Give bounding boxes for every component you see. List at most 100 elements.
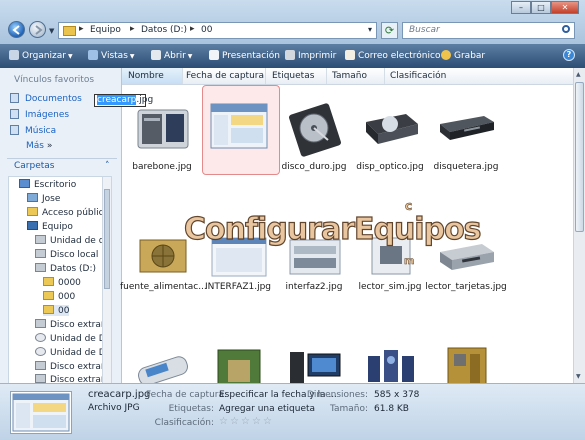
- tree-item-acceso-publico[interactable]: Acceso público: [27, 207, 109, 218]
- tree-item-00-selected[interactable]: 00: [43, 305, 70, 316]
- open-button[interactable]: Abrir ▼: [151, 50, 192, 61]
- tree-item-000[interactable]: 000: [43, 291, 75, 302]
- tree-item-unidad-dvd[interactable]: Unidad de DVD: [35, 333, 111, 344]
- scrollbar-thumb[interactable]: [104, 189, 110, 289]
- recent-pages-dropdown[interactable]: ▼: [49, 27, 54, 35]
- slideshow-button[interactable]: Presentación: [209, 50, 280, 61]
- minimize-button[interactable]: –: [511, 1, 531, 14]
- tree-item-equipo[interactable]: Equipo: [27, 221, 73, 232]
- address-field[interactable]: ▸ Equipo ▸ Datos (D:) ▸ 00 ▾: [58, 22, 377, 39]
- email-button[interactable]: Correo electrónico: [345, 50, 440, 61]
- chevron-up-icon[interactable]: ˄: [105, 161, 110, 171]
- file-item[interactable]: [202, 346, 274, 383]
- column-header-tamano[interactable]: Tamaño: [332, 71, 367, 81]
- burn-button[interactable]: Grabar: [441, 50, 485, 61]
- breadcrumb-00[interactable]: 00: [201, 25, 212, 35]
- star-icon[interactable]: ☆: [219, 417, 228, 427]
- chevron-down-icon: ▼: [68, 53, 73, 60]
- maximize-button[interactable]: □: [531, 1, 551, 14]
- column-header-etiquetas[interactable]: Etiquetas: [272, 71, 314, 81]
- tree-label: 00: [58, 306, 70, 316]
- tree-item-jose[interactable]: Jose: [27, 193, 60, 204]
- file-item[interactable]: disp_optico.jpg: [354, 88, 426, 178]
- back-button[interactable]: [8, 21, 25, 38]
- close-button[interactable]: ✕: [551, 1, 579, 14]
- content-scrollbar[interactable]: ▲ ▼: [573, 68, 585, 383]
- breadcrumb-datos[interactable]: Datos (D:): [141, 25, 187, 35]
- breadcrumb-separator[interactable]: ▸: [130, 24, 135, 34]
- folders-header[interactable]: Carpetas: [14, 161, 54, 171]
- file-item[interactable]: [430, 346, 502, 383]
- star-icon[interactable]: ☆: [252, 417, 261, 427]
- more-links[interactable]: Más »: [26, 141, 52, 151]
- tree-item-disco-extraible[interactable]: Disco extraíble: [35, 319, 111, 330]
- tree-item-unidad-disco[interactable]: Unidad de disco: [35, 235, 111, 246]
- file-item[interactable]: [278, 346, 350, 383]
- file-item[interactable]: [354, 346, 426, 383]
- breadcrumb-separator[interactable]: ▸: [79, 24, 84, 34]
- column-divider[interactable]: [326, 68, 327, 84]
- hard-drive-icon: [35, 263, 46, 272]
- hard-disk-thumbnail: [289, 103, 341, 157]
- file-name: disquetera.jpg: [433, 162, 499, 172]
- tree-label: 000: [58, 292, 76, 302]
- breadcrumb-separator[interactable]: ▸: [190, 24, 195, 34]
- file-item[interactable]: [126, 346, 198, 383]
- chevron-down-icon[interactable]: ▾: [368, 25, 372, 34]
- tree-item-disco-extraible[interactable]: Disco extraíble: [35, 361, 111, 372]
- rating-stars[interactable]: ☆ ☆ ☆ ☆ ☆: [219, 417, 274, 427]
- forward-button[interactable]: [29, 21, 46, 38]
- column-header-fecha[interactable]: Fecha de captura: [186, 71, 264, 81]
- folder-icon: [43, 277, 54, 286]
- tree-item-escritorio[interactable]: Escritorio: [19, 179, 76, 190]
- scroll-down-icon[interactable]: ▼: [576, 373, 581, 380]
- star-icon[interactable]: ☆: [230, 417, 239, 427]
- star-icon[interactable]: ☆: [241, 417, 250, 427]
- file-item[interactable]: disquetera.jpg: [430, 88, 502, 178]
- search-icon[interactable]: [562, 25, 570, 33]
- scrollbar-thumb[interactable]: [575, 82, 584, 232]
- user-folder-icon: [27, 193, 38, 202]
- email-icon: [345, 50, 355, 60]
- burn-label: Grabar: [454, 51, 486, 61]
- detail-tags-label: Etiquetas:: [168, 404, 214, 414]
- favorite-link-imagenes[interactable]: Imágenes: [10, 109, 69, 120]
- tree-item-disco-local[interactable]: Disco local (C:): [35, 249, 111, 260]
- views-button[interactable]: Vistas ▼: [88, 50, 135, 61]
- search-input[interactable]: Buscar: [402, 22, 575, 39]
- rename-extension: .jpg: [136, 95, 154, 105]
- watermark-logo: ConfigurarEquipos: [183, 211, 482, 247]
- help-icon[interactable]: ?: [563, 49, 575, 61]
- address-bar-area: – □ ✕ ▼ ▸ Equipo ▸ Datos (D:) ▸ 00 ▾ ⟳ B…: [0, 0, 585, 44]
- rename-field[interactable]: creacarp.jpg: [94, 94, 153, 107]
- column-divider[interactable]: [265, 68, 266, 84]
- navigation-pane: Vínculos favoritos Documentos Imágenes M…: [0, 68, 122, 384]
- floppy-drive-thumbnail: [440, 116, 494, 140]
- column-header-nombre[interactable]: Nombre: [128, 71, 164, 81]
- removable-drive-icon: [35, 361, 46, 370]
- print-button[interactable]: Imprimir: [285, 50, 336, 61]
- file-name: barebone.jpg: [132, 162, 192, 172]
- column-header-clasificacion[interactable]: Clasificación: [390, 71, 446, 81]
- tree-label: 0000: [58, 278, 81, 288]
- favorite-link-documentos[interactable]: Documentos: [10, 93, 82, 104]
- file-item[interactable]: disco_duro.jpg: [278, 88, 350, 178]
- tree-item-unidad-dvd[interactable]: Unidad de DVD: [35, 347, 111, 358]
- column-divider[interactable]: [182, 68, 183, 84]
- file-item-selected[interactable]: [202, 88, 274, 178]
- tree-item-datos[interactable]: Datos (D:): [35, 263, 96, 274]
- favorite-link-musica[interactable]: Música: [10, 125, 56, 136]
- column-divider[interactable]: [384, 68, 385, 84]
- organize-icon: [9, 50, 19, 60]
- file-name: INTERFAZ1.jpg: [204, 282, 271, 292]
- folder-tree[interactable]: Escritorio Jose Acceso público Equipo Un…: [8, 176, 112, 384]
- organize-button[interactable]: Organizar ▼: [9, 50, 73, 61]
- refresh-button[interactable]: ⟳: [381, 22, 398, 39]
- tree-scrollbar[interactable]: [102, 177, 111, 383]
- tree-item-0000[interactable]: 0000: [43, 277, 81, 288]
- printer-icon: [285, 50, 295, 60]
- star-icon[interactable]: ☆: [263, 417, 272, 427]
- breadcrumb-equipo[interactable]: Equipo: [90, 25, 121, 35]
- chevron-down-icon: ▼: [187, 53, 193, 60]
- scroll-up-icon[interactable]: ▲: [576, 71, 581, 78]
